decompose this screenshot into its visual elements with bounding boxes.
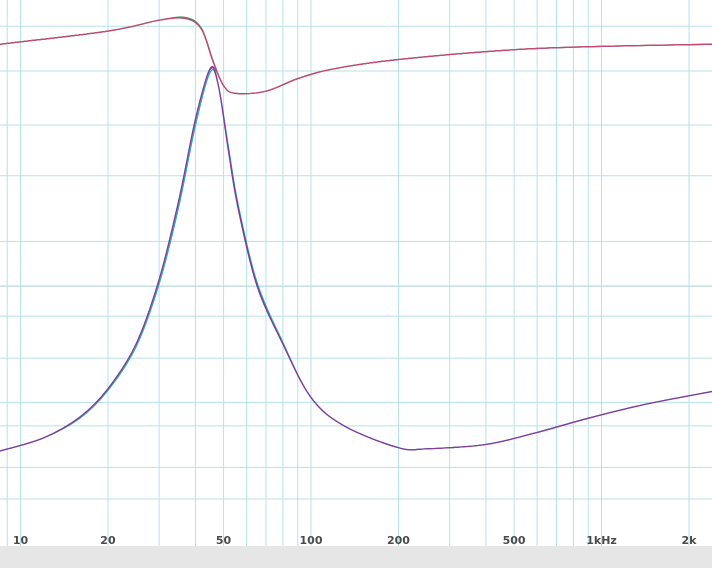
x-tick-label: 20 [100, 534, 116, 547]
x-tick-label: 200 [387, 534, 410, 547]
x-tick-label: 500 [503, 534, 526, 547]
frequency-response-chart: 10 20 50 100 200 500 1kHz 2k [0, 0, 712, 568]
x-tick-label: 10 [13, 534, 29, 547]
tick-label-layer: 10 20 50 100 200 500 1kHz 2k [13, 534, 697, 547]
x-axis-labels: 10 20 50 100 200 500 1kHz 2k [13, 534, 697, 547]
x-tick-label: 50 [216, 534, 232, 547]
x-tick-label: 100 [300, 534, 323, 547]
x-tick-label: 1kHz [586, 534, 617, 547]
x-tick-label: 2k [682, 534, 698, 547]
